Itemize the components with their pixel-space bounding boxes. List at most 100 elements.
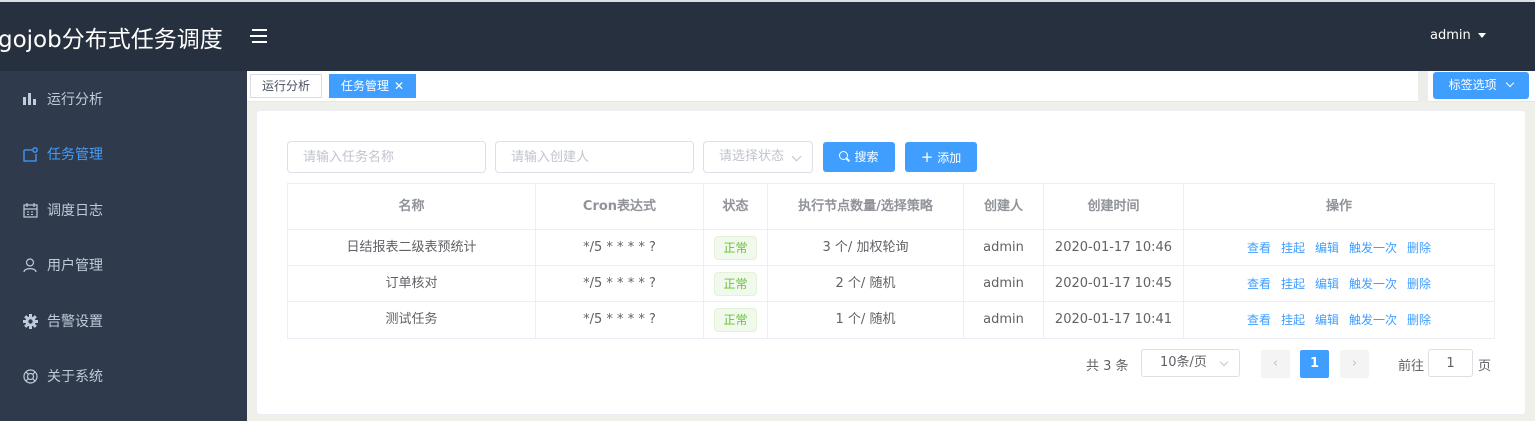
table-header: 名称 Cron表达式 状态 执行节点数量/选择策略 创建人 创建时间 操作 <box>288 184 1494 230</box>
column-header-cron: Cron表达式 <box>536 184 704 230</box>
goto-suffix: 页 <box>1478 359 1492 374</box>
menu-toggle-icon[interactable] <box>250 29 267 43</box>
sidebar-item-schedule-log[interactable]: 调度日志 <box>0 182 247 238</box>
chevron-down-icon <box>791 151 802 162</box>
view-link[interactable]: 查看 <box>1247 241 1271 255</box>
trigger-once-link[interactable]: 触发一次 <box>1349 313 1397 327</box>
add-label: 添加 <box>937 151 962 165</box>
cell-status: 正常 <box>704 230 768 266</box>
chevron-down-icon <box>1219 357 1229 367</box>
goto-page-input[interactable] <box>1428 349 1473 377</box>
cell-nodes: 1 个/ 随机 <box>768 302 964 338</box>
tag-label: 任务管理 <box>341 79 390 93</box>
page-size-select[interactable]: 10条/页 <box>1141 349 1240 377</box>
column-header-creator: 创建人 <box>964 184 1044 230</box>
sidebar-item-label: 任务管理 <box>47 147 103 163</box>
sidebar-item-label: 关于系统 <box>47 369 103 385</box>
task-name-input[interactable] <box>287 141 486 173</box>
task-table: 名称 Cron表达式 状态 执行节点数量/选择策略 创建人 创建时间 操作 日结… <box>287 183 1495 339</box>
edit-link[interactable]: 编辑 <box>1315 241 1339 255</box>
delete-link[interactable]: 删除 <box>1407 241 1431 255</box>
chevron-down-icon <box>1506 78 1515 88</box>
sidebar-item-label: 用户管理 <box>47 258 103 274</box>
delete-link[interactable]: 删除 <box>1407 277 1431 291</box>
view-link[interactable]: 查看 <box>1247 277 1271 291</box>
user-icon <box>22 257 38 273</box>
search-button[interactable]: 搜索 <box>823 142 895 172</box>
sidebar-item-run-analysis[interactable]: 运行分析 <box>0 71 247 127</box>
goto-label: 前往 <box>1398 359 1425 374</box>
sidebar-item-label: 告警设置 <box>47 314 103 330</box>
sidebar-item-alert-settings[interactable]: 告警设置 <box>0 293 247 349</box>
tag-run-analysis[interactable]: 运行分析 <box>250 74 323 98</box>
search-icon <box>839 151 851 162</box>
caret-down-icon <box>1477 33 1486 38</box>
cell-created: 2020-01-17 10:41 <box>1044 302 1184 338</box>
bar-chart-icon <box>22 91 38 107</box>
column-header-name: 名称 <box>288 184 536 230</box>
chevron-right-icon: › <box>1351 356 1358 371</box>
username: admin <box>1430 28 1471 43</box>
prev-page-button[interactable]: ‹ <box>1261 350 1290 378</box>
user-dropdown[interactable]: admin <box>1430 28 1486 43</box>
creator-input[interactable] <box>495 141 694 173</box>
tags-scroll-divider <box>1418 71 1428 102</box>
cell-cron: */5 * * * * ? <box>536 230 704 266</box>
suspend-link[interactable]: 挂起 <box>1281 277 1305 291</box>
tag-task-management[interactable]: 任务管理 ✕ <box>329 74 417 98</box>
edit-link[interactable]: 编辑 <box>1315 313 1339 327</box>
trigger-once-link[interactable]: 触发一次 <box>1349 241 1397 255</box>
cell-created: 2020-01-17 10:46 <box>1044 230 1184 266</box>
column-header-created: 创建时间 <box>1044 184 1184 230</box>
cell-status: 正常 <box>704 266 768 302</box>
cell-creator: admin <box>964 230 1044 266</box>
cell-created: 2020-01-17 10:45 <box>1044 266 1184 302</box>
cell-cron: */5 * * * * ? <box>536 266 704 302</box>
cell-actions: 查看 挂起 编辑 触发一次 删除 <box>1184 302 1494 338</box>
tags-view-bar: 运行分析 任务管理 ✕ <box>247 71 1535 102</box>
delete-link[interactable]: 删除 <box>1407 313 1431 327</box>
status-select-placeholder: 请选择状态 <box>719 149 785 164</box>
suspend-link[interactable]: 挂起 <box>1281 313 1305 327</box>
sidebar-item-about[interactable]: 关于系统 <box>0 348 247 404</box>
page-number-button[interactable]: 1 <box>1300 350 1329 378</box>
cell-actions: 查看 挂起 编辑 触发一次 删除 <box>1184 266 1494 302</box>
chevron-left-icon: ‹ <box>1272 356 1279 371</box>
app-title: gojob分布式任务调度 <box>0 27 223 53</box>
lifebuoy-icon <box>22 368 38 384</box>
cell-name: 日结报表二级表预统计 <box>288 230 536 266</box>
status-select[interactable]: 请选择状态 <box>703 141 813 173</box>
status-badge: 正常 <box>714 271 757 296</box>
table-row: 日结报表二级表预统计 */5 * * * * ? 正常 3 个/ 加权轮询 ad… <box>288 230 1494 266</box>
table-row: 订单核对 */5 * * * * ? 正常 2 个/ 随机 admin 2020… <box>288 266 1494 302</box>
edit-link[interactable]: 编辑 <box>1315 277 1339 291</box>
sidebar-item-user-management[interactable]: 用户管理 <box>0 237 247 293</box>
pagination-total: 共 3 条 <box>1086 359 1129 374</box>
calendar-icon <box>22 202 38 218</box>
cell-actions: 查看 挂起 编辑 触发一次 删除 <box>1184 230 1494 266</box>
add-button[interactable]: + 添加 <box>905 142 977 172</box>
trigger-once-link[interactable]: 触发一次 <box>1349 277 1397 291</box>
close-icon[interactable]: ✕ <box>394 79 404 93</box>
page-size-value: 10条/页 <box>1160 355 1207 370</box>
status-badge: 正常 <box>714 307 757 332</box>
tag-options-label: 标签选项 <box>1448 78 1497 92</box>
column-header-status: 状态 <box>704 184 768 230</box>
view-link[interactable]: 查看 <box>1247 313 1271 327</box>
status-badge: 正常 <box>714 235 757 260</box>
task-icon <box>22 146 38 162</box>
tag-options-button[interactable]: 标签选项 <box>1433 72 1529 99</box>
plus-icon: + <box>920 148 934 166</box>
cell-name: 测试任务 <box>288 302 536 338</box>
sidebar: 运行分析 任务管理 调度日志 用户管理 告警设置 关于系统 <box>0 71 247 421</box>
sidebar-item-label: 调度日志 <box>47 203 103 219</box>
column-header-nodes: 执行节点数量/选择策略 <box>768 184 964 230</box>
cell-creator: admin <box>964 302 1044 338</box>
gear-icon <box>22 313 38 329</box>
cell-creator: admin <box>964 266 1044 302</box>
suspend-link[interactable]: 挂起 <box>1281 241 1305 255</box>
next-page-button[interactable]: › <box>1340 350 1369 378</box>
cell-cron: */5 * * * * ? <box>536 302 704 338</box>
cell-nodes: 2 个/ 随机 <box>768 266 964 302</box>
sidebar-item-task-management[interactable]: 任务管理 <box>0 126 247 182</box>
